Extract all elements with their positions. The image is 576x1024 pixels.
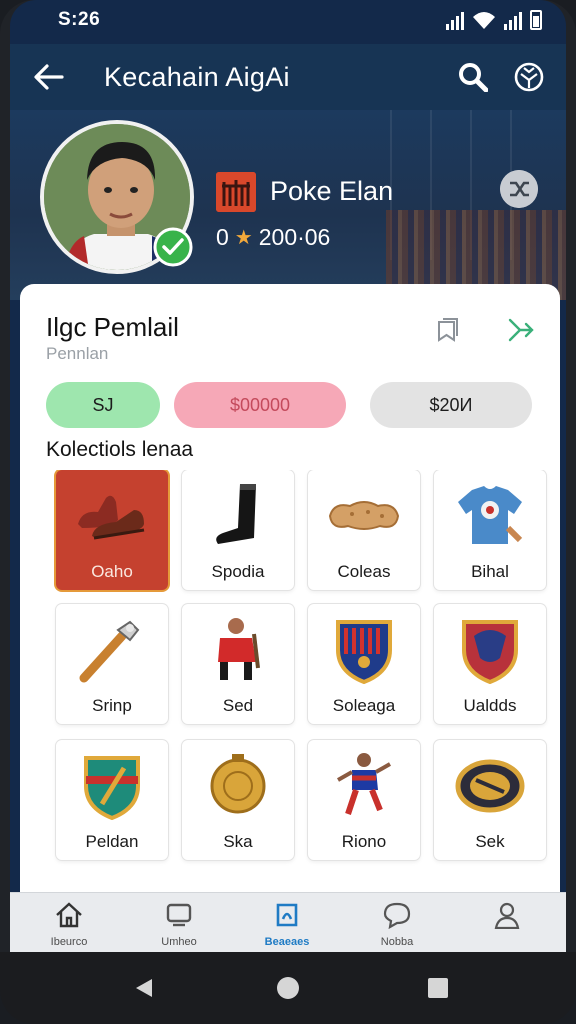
nav-tv[interactable]: Umheo	[134, 901, 224, 951]
wifi-icon	[473, 12, 495, 29]
item-label: Oaho	[91, 562, 133, 581]
battery-icon	[530, 10, 542, 30]
collection-item[interactable]: Oaho	[56, 470, 168, 590]
gem-icon	[276, 903, 298, 927]
footballer-icon	[337, 753, 391, 815]
item-label: Bihal	[471, 562, 509, 581]
star-icon: ★	[234, 227, 253, 249]
share-icon[interactable]	[506, 316, 534, 344]
collection-item[interactable]: Riono	[308, 740, 420, 860]
screen: S:26 Kecahain AigAi Poke Elan 0 ★ 200·06…	[10, 0, 566, 952]
item-label: Spodia	[211, 562, 265, 581]
item-label: Sed	[222, 696, 254, 715]
search-icon[interactable]	[458, 62, 488, 92]
profile-hero: Poke Elan 0 ★ 200·06	[10, 110, 566, 300]
home-circle-icon[interactable]	[276, 976, 300, 1000]
stat-pill-gems[interactable]: $00000	[174, 382, 346, 428]
item-label: Riono	[341, 832, 387, 851]
nav-label: Beaeaes	[264, 936, 310, 948]
nav-chat[interactable]: Nobba	[352, 901, 442, 951]
ball-icon	[455, 759, 525, 813]
collection-item[interactable]: Coleas	[308, 470, 420, 590]
item-label: Soleaga	[332, 696, 396, 715]
torch-icon	[79, 620, 140, 683]
card-title: Ilgc Pemlail	[46, 312, 179, 342]
item-label: Srinp	[92, 696, 132, 715]
clan-score: 0 ★ 200·06	[216, 224, 330, 251]
clan-name: Poke Elan	[270, 176, 394, 206]
status-time: S:26	[58, 9, 101, 30]
item-label: Ualdds	[463, 696, 517, 715]
collection-card: Ilgc Pemlail Pennlan SJ $00000 $20И Kole…	[20, 284, 560, 904]
card-subtitle: Pennlan	[46, 344, 109, 363]
badge-icon	[84, 756, 140, 820]
bookmark-icon[interactable]	[434, 316, 462, 344]
collection-item[interactable]: Spodia	[182, 470, 294, 590]
player-icon	[218, 618, 260, 680]
item-label: Ska	[223, 832, 253, 851]
back-triangle-icon[interactable]	[132, 976, 156, 1000]
crest-icon	[336, 620, 392, 684]
recents-square-icon[interactable]	[426, 976, 450, 1000]
verified-badge-icon	[153, 227, 193, 267]
signal-icon	[446, 10, 464, 30]
shoes-icon	[78, 495, 145, 540]
stat-pill-coins[interactable]: SJ	[46, 382, 160, 428]
nav-label: Nobba	[380, 936, 414, 948]
collection-item[interactable]: Ska	[182, 740, 294, 860]
collection-item[interactable]: Soleaga	[308, 604, 420, 724]
collection-item[interactable]: Peldan	[56, 740, 168, 860]
item-label: Coleas	[337, 562, 391, 581]
phone-frame: S:26 Kecahain AigAi Poke Elan 0 ★ 200·06…	[0, 0, 576, 1024]
app-title: Kecahain AigAi	[104, 62, 290, 92]
collection-item[interactable]: Bihal	[434, 470, 546, 590]
collection-item[interactable]: Ualdds	[434, 604, 546, 724]
collection-item[interactable]: Sed	[182, 604, 294, 724]
item-label: Sek	[475, 832, 505, 851]
home-icon	[56, 902, 82, 928]
bread-icon	[328, 501, 400, 530]
app-bar: Kecahain AigAi	[10, 44, 566, 110]
boot-icon	[216, 484, 256, 544]
system-nav-bar	[0, 952, 576, 1024]
shuffle-icon[interactable]	[500, 170, 538, 208]
section-title: Kolectiols lenaa	[46, 438, 194, 461]
stat-pill-value[interactable]: $20И	[370, 382, 532, 428]
back-arrow-icon[interactable]	[32, 60, 66, 94]
tv-icon	[166, 903, 192, 927]
status-icons	[446, 8, 542, 30]
soccer-ball-icon[interactable]	[514, 62, 544, 92]
collection-item[interactable]: Sek	[434, 740, 546, 860]
nav-profile[interactable]	[462, 901, 552, 951]
score-prefix: 0	[216, 224, 229, 250]
collection-item[interactable]: Srinp	[56, 604, 168, 724]
shield-icon	[462, 620, 518, 684]
item-label: Peldan	[85, 832, 139, 851]
nav-label: Ibeurco	[50, 936, 88, 948]
signal-icon	[504, 10, 522, 30]
medal-icon	[210, 754, 266, 814]
status-bar: S:26	[10, 0, 566, 40]
score-value: 200·06	[258, 224, 331, 250]
nav-home[interactable]: Ibeurco	[24, 901, 114, 951]
jersey-icon	[458, 486, 523, 544]
profile-icon	[494, 902, 520, 930]
clan-logo-icon	[216, 172, 256, 212]
nav-collection[interactable]: Beaeaes	[242, 901, 332, 951]
chat-icon	[383, 902, 411, 930]
nav-label: Umheo	[161, 936, 197, 948]
bottom-nav: Ibeurco Umheo Beaeaes Nobba	[10, 892, 566, 952]
collection-grid: Oaho Spodia Coleas Bihal Srinp Sed Solea…	[46, 470, 566, 890]
